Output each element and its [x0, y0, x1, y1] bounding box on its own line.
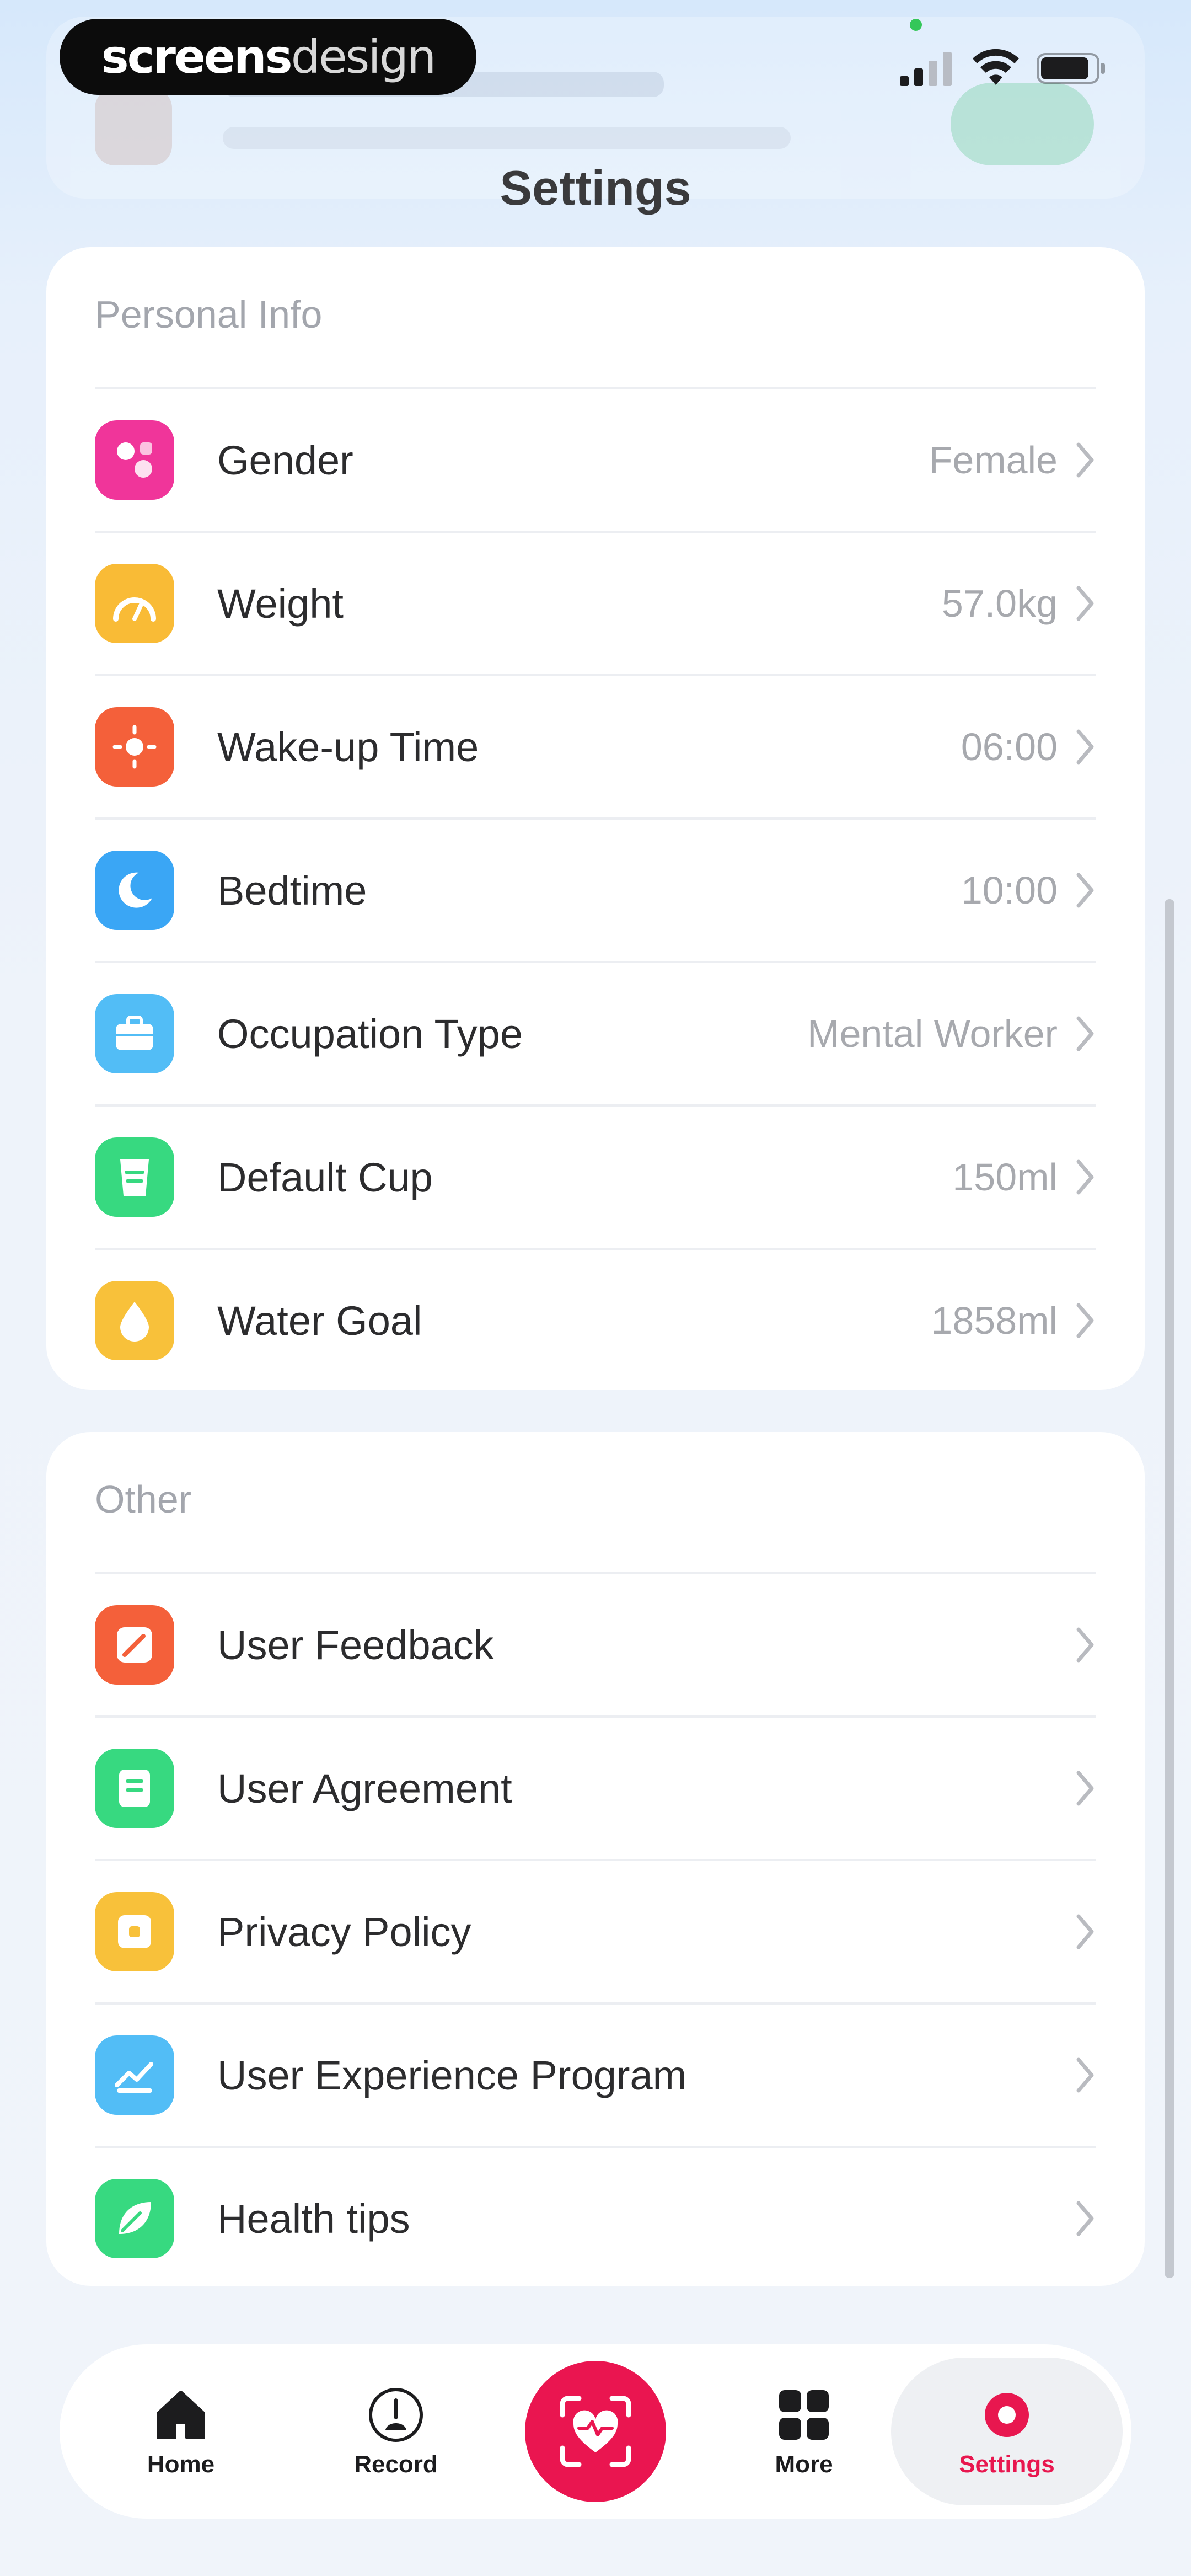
setting-label: Privacy Policy	[217, 1909, 471, 1955]
scale-icon	[95, 564, 174, 643]
watermark-logo: screens design	[60, 19, 476, 95]
setting-value: 06:00	[961, 725, 1058, 768]
reminder-subtitle	[223, 127, 791, 149]
chevron-right-icon	[1076, 729, 1094, 765]
chevron-right-icon	[1076, 586, 1094, 621]
section-title-other: Other	[95, 1478, 192, 1521]
lock-icon	[95, 1892, 174, 1971]
setting-row-default-cup[interactable]: Default Cup 150ml	[95, 1104, 1096, 1248]
chevron-right-icon	[1076, 873, 1094, 908]
center-action-button[interactable]	[525, 2361, 666, 2502]
settings-icon	[985, 2393, 1029, 2437]
setting-row-bedtime[interactable]: Bedtime 10:00	[95, 817, 1096, 961]
setting-row-user-agreement[interactable]: User Agreement	[95, 1715, 1096, 1859]
setting-row-weight[interactable]: Weight 57.0kg	[95, 531, 1096, 674]
chevron-right-icon	[1076, 1771, 1094, 1806]
moon-icon	[95, 851, 174, 930]
cup-icon	[95, 1137, 174, 1217]
scrollbar-thumb[interactable]	[1165, 899, 1174, 2278]
document-icon	[95, 1749, 174, 1828]
setting-value: Mental Worker	[807, 1012, 1058, 1055]
setting-label: Wake-up Time	[217, 724, 479, 770]
chevron-right-icon	[1076, 2057, 1094, 2093]
setting-value: Female	[929, 439, 1058, 482]
home-icon	[157, 2391, 205, 2439]
chevron-right-icon	[1076, 1016, 1094, 1051]
setting-row-gender[interactable]: Gender Female	[95, 387, 1096, 531]
tab-label: More	[775, 2451, 833, 2478]
setting-label: Bedtime	[217, 867, 367, 913]
setting-value: 1858ml	[931, 1299, 1058, 1342]
tab-label: Record	[354, 2451, 438, 2478]
setting-value: 57.0kg	[941, 582, 1058, 625]
briefcase-icon	[95, 994, 174, 1073]
setting-row-wake-up-time[interactable]: Wake-up Time 06:00	[95, 674, 1096, 817]
record-icon	[369, 2388, 423, 2442]
privacy-indicator-dot	[910, 19, 922, 31]
feedback-icon	[95, 1605, 174, 1685]
leaf-icon	[95, 2179, 174, 2258]
sun-icon	[95, 707, 174, 787]
personal-info-card: Personal Info Gender Female Weight 57.0k…	[46, 247, 1145, 1390]
personal-info-list: Gender Female Weight 57.0kg Wake-up Time…	[95, 387, 1096, 1391]
page-title: Settings	[500, 161, 691, 215]
setting-row-water-goal[interactable]: Water Goal 1858ml	[95, 1248, 1096, 1391]
tab-more[interactable]: More	[743, 2344, 865, 2519]
setting-row-health-tips[interactable]: Health tips	[95, 2146, 1096, 2289]
battery-icon	[1037, 53, 1105, 84]
setting-label: Weight	[217, 580, 344, 627]
tab-record[interactable]: Record	[330, 2344, 462, 2519]
other-list: User Feedback User Agreement Privacy Pol…	[95, 1572, 1096, 2289]
chart-up-icon	[95, 2035, 174, 2115]
chevron-right-icon	[1076, 1627, 1094, 1663]
setting-value: 10:00	[961, 869, 1058, 912]
tab-home[interactable]: Home	[126, 2344, 236, 2519]
setting-row-user-experience-program[interactable]: User Experience Program	[95, 2002, 1096, 2146]
cellular-signal-icon	[900, 52, 952, 86]
setting-label: Default Cup	[217, 1154, 433, 1200]
tab-settings[interactable]: Settings	[891, 2358, 1123, 2505]
water-drop-icon	[95, 1281, 174, 1360]
tab-label: Home	[147, 2451, 215, 2478]
section-title-personal-info: Personal Info	[95, 293, 323, 336]
setting-label: Occupation Type	[217, 1011, 523, 1057]
status-bar: screens design	[0, 0, 1191, 127]
setting-label: Water Goal	[217, 1297, 422, 1344]
setting-label: User Experience Program	[217, 2052, 687, 2098]
heart-scan-icon	[560, 2396, 631, 2467]
setting-row-privacy-policy[interactable]: Privacy Policy	[95, 1859, 1096, 2002]
setting-label: Gender	[217, 437, 353, 483]
gender-icon	[95, 420, 174, 500]
setting-value: 150ml	[952, 1156, 1058, 1199]
wifi-icon	[973, 49, 1019, 85]
chevron-right-icon	[1076, 1159, 1094, 1195]
setting-row-user-feedback[interactable]: User Feedback	[95, 1572, 1096, 1715]
setting-label: User Feedback	[217, 1622, 494, 1668]
chevron-right-icon	[1076, 1914, 1094, 1949]
tab-label: Settings	[959, 2451, 1055, 2478]
setting-label: User Agreement	[217, 1765, 512, 1811]
other-card: Other User Feedback User Agreement Priva…	[46, 1432, 1145, 2286]
setting-row-occupation-type[interactable]: Occupation Type Mental Worker	[95, 961, 1096, 1104]
chevron-right-icon	[1076, 442, 1094, 478]
grid-icon	[779, 2390, 829, 2440]
chevron-right-icon	[1076, 1303, 1094, 1338]
chevron-right-icon	[1076, 2201, 1094, 2236]
setting-label: Health tips	[217, 2195, 410, 2242]
